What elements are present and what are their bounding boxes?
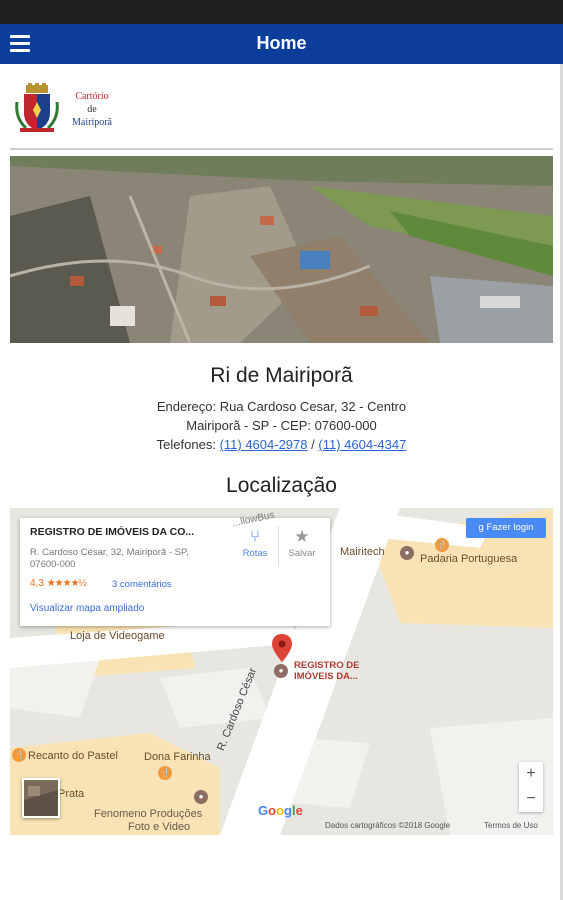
place-rating: 4,3 ★★★★½	[30, 578, 87, 589]
registry-label-line-2: IMÓVEIS DA...	[294, 671, 358, 682]
status-bar	[0, 0, 563, 24]
google-logo: Google	[258, 803, 303, 818]
logo-line-2: de	[87, 104, 97, 115]
mairitech-label: Mairitech	[340, 546, 385, 558]
fenomeno-label-2: Foto e Video	[128, 821, 191, 833]
registry-label: REGISTRO DE IMÓVEIS DA...	[294, 660, 359, 682]
zoom-out-button[interactable]: −	[519, 787, 543, 812]
star-icon: ★	[294, 527, 310, 546]
dona-farinha-poi-icon: 🍴	[158, 766, 172, 780]
fenomeno-label-1: Fenomeno Produções	[94, 808, 203, 820]
login-label: Fazer login	[486, 522, 534, 533]
directions-label: Rotas	[242, 548, 268, 559]
map-data-attribution: Dados cartográficos ©2018 Google	[325, 821, 451, 830]
restaurant-poi-icon: 🍴	[12, 748, 26, 762]
logo-line-3: Mairiporã	[72, 117, 112, 128]
coat-of-arms-icon	[15, 83, 59, 132]
location-marker-icon[interactable]	[272, 634, 292, 662]
street-view-thumbnail[interactable]	[22, 778, 60, 818]
prata-label: Prata	[58, 788, 85, 800]
address-line-2: Mairiporã - SP - CEP: 07600-000	[186, 418, 377, 433]
map-login-button[interactable]: g Fazer login	[466, 518, 546, 538]
phone-link-1[interactable]: (11) 4604-2978	[220, 437, 308, 452]
phone-link-2[interactable]: (11) 4604-4347	[318, 437, 406, 452]
app-bar: Home	[0, 24, 563, 64]
logo-line-1: Cartório	[75, 91, 109, 102]
save-label: Salvar	[288, 548, 316, 559]
embedded-map[interactable]: REGISTRO DE IMÓVEIS DA CO... R. Cardoso …	[10, 508, 553, 835]
bakery-poi-icon: 🍴	[435, 538, 449, 552]
content-area: Cartório de Mairiporã Ri de Mairiporã En…	[0, 64, 563, 900]
zoom-in-button[interactable]: +	[519, 762, 543, 787]
page-title: Home	[256, 33, 307, 53]
phone-separator: /	[311, 437, 315, 452]
place-title: REGISTRO DE IMÓVEIS DA CO...	[30, 526, 195, 538]
directions-icon: ⑂	[249, 527, 261, 546]
location-heading: Localização	[226, 474, 337, 497]
phones-line: Telefones: (11) 4604-2978 / (11) 4604-43…	[0, 437, 563, 452]
view-larger-map-link[interactable]: Visualizar mapa ampliado	[30, 603, 144, 614]
mairitech-poi-icon: ●	[400, 546, 414, 560]
phones-label: Telefones:	[156, 437, 216, 452]
directions-button[interactable]: ⑂ Rotas	[235, 526, 275, 559]
padaria-label: Padaria Portuguesa	[420, 553, 518, 565]
registry-label-line-1: REGISTRO DE	[294, 660, 360, 671]
rating-value: 4,3	[30, 578, 44, 589]
registry-poi-icon: ●	[274, 664, 288, 678]
camera-poi-icon: ●	[194, 790, 208, 804]
terms-link[interactable]: Termos de Uso	[484, 821, 538, 830]
aerial-city-photo	[10, 156, 553, 343]
card-separator	[278, 526, 279, 566]
zoom-controls: + −	[519, 762, 543, 812]
cartorio-logo: Cartório de Mairiporã	[14, 80, 124, 138]
place-info-card: REGISTRO DE IMÓVEIS DA CO... R. Cardoso …	[20, 518, 330, 626]
address-line-1: Endereço: Rua Cardoso Cesar, 32 - Centro	[156, 399, 407, 414]
recanto-label: Recanto do Pastel	[28, 750, 118, 762]
videogame-label: Loja de Videogame	[70, 630, 165, 642]
place-address: R. Cardoso César, 32, Mairiporã - SP, 07…	[30, 547, 189, 570]
reviews-link[interactable]: 3 comentários	[112, 579, 172, 590]
rating-stars-icon: ★★★★½	[46, 578, 87, 589]
header-divider	[10, 148, 553, 150]
office-name: Ri de Mairiporã	[210, 364, 353, 387]
dona-farinha-label: Dona Farinha	[144, 751, 211, 763]
street-view-icon	[24, 780, 58, 816]
save-button[interactable]: ★ Salvar	[282, 526, 322, 559]
